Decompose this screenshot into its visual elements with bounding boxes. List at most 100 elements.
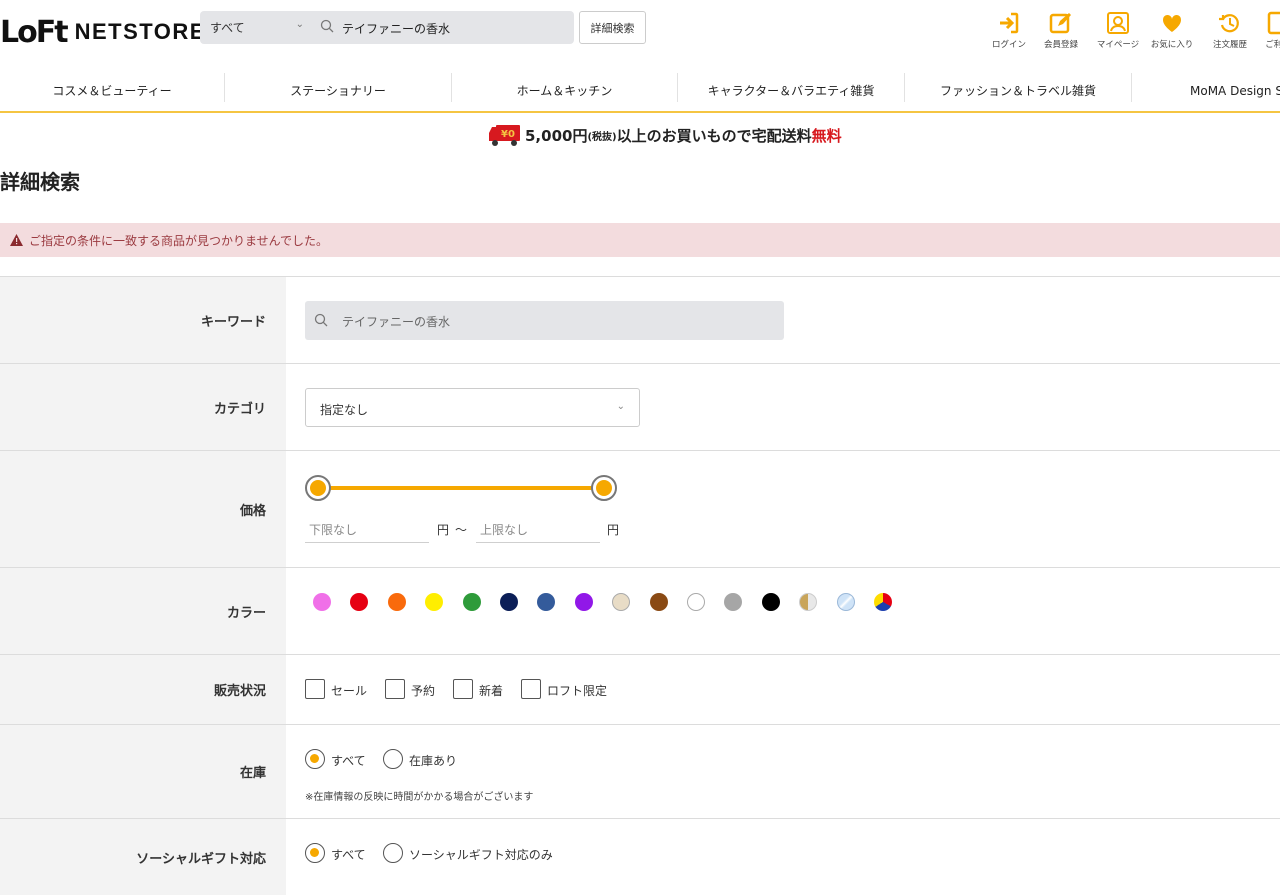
price-range-slider[interactable] [305, 475, 617, 501]
price-slider-track [317, 486, 603, 490]
color-label: カラー [0, 568, 286, 654]
member-register-label: 会員登録 [1043, 40, 1078, 50]
color-swatch[interactable] [462, 593, 481, 611]
keyword-value: テイファニーの香水 [342, 315, 451, 329]
nav-item-character[interactable]: キャラクター＆バラエティ雑貨 [678, 70, 904, 111]
color-swatch[interactable] [537, 593, 556, 611]
color-swatch[interactable] [425, 593, 444, 611]
category-nav: コスメ＆ビューティー ステーショナリー ホーム＆キッチン キャラクター＆バラエテ… [0, 70, 1280, 113]
logo-mark: LoFt [0, 14, 69, 50]
advanced-search-button[interactable]: 詳細検索 [579, 11, 646, 44]
category-selected: 指定なし [320, 403, 369, 417]
nav-item-stationery[interactable]: ステーショナリー [225, 70, 451, 111]
price-max-input[interactable]: 上限なし [476, 515, 600, 543]
order-history-label: 注文履歴 [1212, 40, 1247, 50]
guide-link[interactable]: ご利用 [1248, 11, 1280, 50]
color-swatch[interactable] [761, 593, 780, 611]
sale-checkbox[interactable] [305, 679, 325, 699]
price-min-input[interactable]: 下限なし [305, 515, 429, 543]
nav-item-fashion-travel[interactable]: ファッション＆トラベル雑貨 [905, 70, 1131, 111]
site-header: LoFt NETSTORE すべて ⌄ テイファニーの香水 詳細検索 ログイン … [0, 0, 1280, 70]
social-gift-only-label: ソーシャルギフト対応のみ [409, 848, 553, 862]
sale-status-label: 販売状況 [0, 655, 286, 724]
nav-item-moma[interactable]: MoMA Design Store [1132, 70, 1280, 111]
truck-icon: ¥0 [489, 125, 520, 146]
free-shipping-banner[interactable]: ¥0 5,000円 (税抜) 以上のお買いもので宅配送料 無料 [488, 122, 842, 148]
header-search-value: テイファニーの香水 [342, 22, 451, 36]
alert-text: ご指定の条件に一致する商品が見つかりませんでした。 [29, 233, 329, 248]
in-stock-radio[interactable] [383, 749, 403, 769]
search-icon [320, 19, 334, 36]
social-gift-all-radio[interactable] [305, 843, 325, 863]
search-icon [314, 313, 328, 330]
social-gift-label: ソーシャルギフト対応 [0, 819, 286, 895]
price-row: 価格 下限なし 円 ～ 上限なし 円 [0, 451, 1280, 568]
mypage-icon [1107, 12, 1129, 34]
nav-item-cosme[interactable]: コスメ＆ビューティー [0, 70, 224, 111]
member-register-link[interactable]: 会員登録 [1031, 11, 1091, 50]
preorder-checkbox-label: 予約 [411, 684, 436, 698]
page-title: 詳細検索 [0, 170, 80, 194]
keyword-row: キーワード テイファニーの香水 [0, 277, 1280, 364]
price-min-unit: 円 [437, 523, 450, 537]
search-scope-select[interactable]: すべて ⌄ [200, 11, 312, 44]
stock-label: 在庫 [0, 725, 286, 818]
new-arrival-checkbox-label: 新着 [479, 684, 504, 698]
mypage-link[interactable]: マイページ [1088, 11, 1148, 50]
keyword-input[interactable]: テイファニーの香水 [305, 301, 784, 340]
chevron-down-icon: ⌄ [295, 19, 304, 30]
stock-note: ※在庫情報の反映に時間がかかる場合がございます [305, 792, 534, 803]
color-swatch[interactable] [799, 593, 818, 611]
color-swatch[interactable] [687, 593, 705, 611]
color-swatch[interactable] [612, 593, 631, 611]
no-results-alert: ご指定の条件に一致する商品が見つかりませんでした。 [0, 223, 1280, 257]
category-row: カテゴリ 指定なし ⌄ [0, 364, 1280, 451]
banner-tax: (税抜) [587, 131, 617, 143]
login-label: ログイン [991, 40, 1026, 50]
color-swatch[interactable] [313, 593, 331, 611]
advanced-search-form: キーワード テイファニーの香水 カテゴリ 指定なし ⌄ 価格 下限なし 円 ～ … [0, 276, 1280, 895]
banner-amount: 5,000円 [525, 126, 588, 145]
color-swatch[interactable] [500, 593, 518, 611]
preorder-checkbox[interactable] [385, 679, 405, 699]
color-swatch[interactable] [836, 593, 855, 611]
search-scope-value: すべて [210, 21, 245, 35]
loft-limited-checkbox-label: ロフト限定 [547, 684, 608, 698]
new-arrival-checkbox[interactable] [453, 679, 473, 699]
loft-logo[interactable]: LoFt NETSTORE [0, 12, 206, 52]
social-gift-only-radio[interactable] [383, 843, 403, 863]
sale-checkbox-label: セール [331, 684, 368, 698]
stock-all-radio[interactable] [305, 749, 325, 769]
guide-icon [1267, 11, 1280, 35]
login-icon [1000, 12, 1019, 34]
login-link[interactable]: ログイン [979, 11, 1039, 50]
warning-icon [10, 234, 23, 246]
price-min-handle[interactable] [305, 475, 331, 501]
favorite-label: お気に入り [1150, 40, 1194, 50]
nav-item-home-kitchen[interactable]: ホーム＆キッチン [452, 70, 677, 111]
color-swatch[interactable] [874, 593, 892, 611]
chevron-down-icon: ⌄ [616, 401, 625, 412]
price-separator: ～ [455, 523, 468, 537]
stock-all-label: すべて [331, 754, 366, 768]
color-swatch[interactable] [649, 593, 668, 611]
price-label: 価格 [0, 451, 286, 567]
favorite-link[interactable]: お気に入り [1142, 11, 1202, 50]
color-swatch[interactable] [574, 593, 593, 611]
sale-status-row: 販売状況 セール 予約 新着 ロフト限定 [0, 655, 1280, 725]
color-swatch[interactable] [724, 593, 743, 611]
logo-text: NETSTORE [74, 19, 206, 44]
category-label: カテゴリ [0, 364, 286, 450]
price-max-handle[interactable] [591, 475, 617, 501]
header-search-input[interactable]: テイファニーの香水 [312, 11, 574, 44]
order-history-icon [1219, 14, 1239, 33]
social-gift-row: ソーシャルギフト対応 すべて ソーシャルギフト対応のみ [0, 819, 1280, 895]
social-gift-all-label: すべて [331, 848, 366, 862]
color-swatch[interactable] [387, 593, 406, 611]
color-row: カラー [0, 568, 1280, 655]
price-max-unit: 円 [607, 523, 620, 537]
color-swatch[interactable] [350, 593, 369, 611]
loft-limited-checkbox[interactable] [521, 679, 541, 699]
favorite-icon [1162, 14, 1182, 32]
category-select[interactable]: 指定なし ⌄ [305, 388, 640, 427]
